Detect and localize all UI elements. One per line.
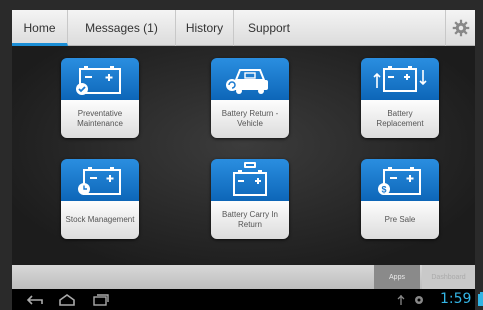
tile-label: Stock Management bbox=[61, 201, 139, 239]
battery-dollar-icon: $ bbox=[361, 159, 439, 201]
gear-icon[interactable] bbox=[445, 10, 475, 46]
app-screen: Home Messages (1) History Support Preven… bbox=[0, 0, 483, 310]
recent-apps-icon[interactable] bbox=[92, 293, 110, 310]
home-icon[interactable] bbox=[58, 293, 76, 310]
battery-carry-icon bbox=[211, 159, 289, 201]
battery-return-vehicle-tile[interactable]: Battery Return - Vehicle bbox=[211, 58, 289, 138]
battery-clock-icon bbox=[61, 159, 139, 201]
svg-text:$: $ bbox=[381, 185, 386, 195]
tile-label: Preventative Maintenance bbox=[61, 100, 139, 138]
main-dashboard: Preventative Maintenance Battery Return … bbox=[12, 46, 475, 265]
tile-label: Pre Sale bbox=[361, 201, 439, 239]
system-nav-bar: 1:59 bbox=[12, 289, 483, 310]
battery-check-icon bbox=[61, 58, 139, 100]
tile-label: Battery Return - Vehicle bbox=[211, 100, 289, 138]
back-icon[interactable] bbox=[26, 293, 44, 310]
pre-sale-tile[interactable]: $ Pre Sale bbox=[361, 159, 439, 239]
battery-carry-in-return-tile[interactable]: Battery Carry In Return bbox=[211, 159, 289, 239]
battery-replace-icon bbox=[361, 58, 439, 100]
preventative-maintenance-tile[interactable]: Preventative Maintenance bbox=[61, 58, 139, 138]
tile-label: Battery Carry In Return bbox=[211, 201, 289, 239]
battery-status-icon bbox=[478, 292, 483, 310]
stock-management-tile[interactable]: Stock Management bbox=[61, 159, 139, 239]
battery-replacement-tile[interactable]: Battery Replacement bbox=[361, 58, 439, 138]
tab-history[interactable]: History bbox=[176, 10, 234, 46]
clock-text: 1:59 bbox=[440, 291, 472, 307]
apps-tab[interactable]: Apps bbox=[374, 265, 420, 289]
top-tab-bar: Home Messages (1) History Support bbox=[12, 10, 475, 46]
apps-bar: Apps Dashboard bbox=[12, 265, 475, 289]
settings-status-icon bbox=[414, 293, 424, 310]
tab-messages[interactable]: Messages (1) bbox=[68, 10, 176, 46]
car-return-icon bbox=[211, 58, 289, 100]
dashboard-tab[interactable]: Dashboard bbox=[422, 265, 475, 289]
tile-label: Battery Replacement bbox=[361, 100, 439, 138]
tab-home[interactable]: Home bbox=[12, 10, 68, 46]
tab-support[interactable]: Support bbox=[234, 10, 304, 46]
usb-icon bbox=[396, 293, 406, 310]
